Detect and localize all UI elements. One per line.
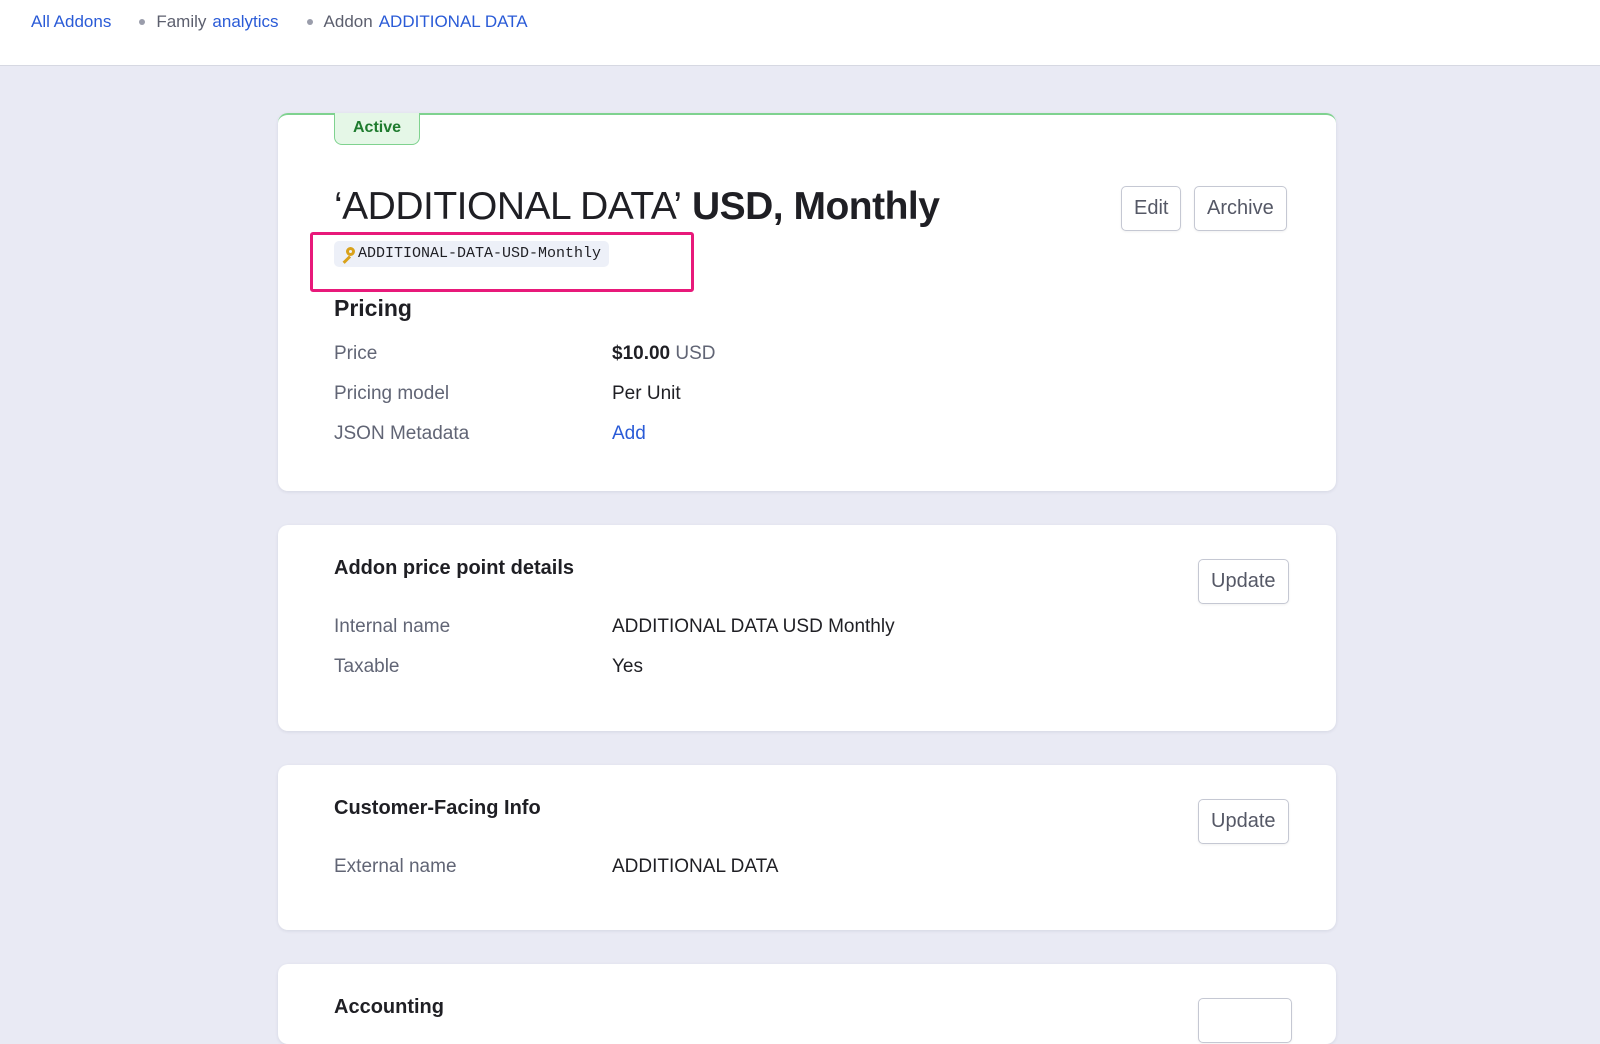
top-bar: All Addons Family analytics Addon ADDITI… [0, 0, 1600, 66]
customer-facing-heading: Customer-Facing Info [334, 797, 541, 819]
breadcrumb-addon-prefix: Addon [323, 12, 373, 31]
addon-link[interactable]: ADDITIONAL DATA [379, 12, 528, 32]
taxable-label: Taxable [334, 656, 400, 677]
internal-name-row: Internal name ADDITIONAL DATA USD Monthl… [334, 616, 1234, 642]
price-label: Price [334, 343, 378, 364]
breadcrumb-separator [139, 19, 146, 25]
breadcrumb-family: Family analytics [111, 12, 279, 32]
update-price-point-button[interactable]: Update [1198, 559, 1289, 604]
taxable-row: Taxable Yes [334, 656, 1234, 682]
edit-button[interactable]: Edit [1121, 186, 1182, 231]
taxable-value: Yes [612, 656, 643, 677]
update-customer-info-button[interactable]: Update [1198, 799, 1289, 844]
page-title: ‘ADDITIONAL DATA’ USD, Monthly [334, 185, 940, 229]
price-currency: USD [675, 343, 716, 364]
title-addon-name: ‘ADDITIONAL DATA’ [334, 185, 682, 228]
status-badge: Active [334, 113, 421, 145]
internal-name-value: ADDITIONAL DATA USD Monthly [612, 616, 895, 637]
breadcrumb-family-prefix: Family [156, 12, 207, 31]
pricing-model-value: Per Unit [612, 383, 681, 404]
handle-text: ADDITIONAL-DATA-USD-Monthly [358, 245, 602, 262]
key-icon [340, 246, 356, 264]
accounting-card: Accounting [278, 964, 1336, 1044]
archive-button[interactable]: Archive [1194, 186, 1287, 231]
family-link[interactable]: analytics [212, 12, 278, 32]
external-name-label: External name [334, 856, 457, 877]
price-value: $10.00 USD [612, 343, 716, 365]
price-amount: $10.00 [612, 343, 671, 364]
json-metadata-label: JSON Metadata [334, 423, 470, 444]
pricing-heading: Pricing [334, 295, 412, 321]
breadcrumb-all-addons: All Addons [31, 12, 111, 32]
title-currency-interval: USD, Monthly [691, 185, 940, 228]
breadcrumb-addon: Addon ADDITIONAL DATA [279, 12, 528, 32]
pricing-model-row: Pricing model Per Unit [334, 383, 1234, 409]
breadcrumb: All Addons Family analytics Addon ADDITI… [31, 12, 528, 32]
external-name-value: ADDITIONAL DATA [612, 856, 779, 877]
accounting-update-button[interactable] [1198, 998, 1292, 1043]
external-name-row: External name ADDITIONAL DATA [334, 856, 1234, 882]
handle-pill: ADDITIONAL-DATA-USD-Monthly [334, 241, 610, 267]
json-metadata-row: JSON Metadata Add [334, 423, 1234, 449]
price-row: Price $10.00 USD [334, 343, 1234, 369]
add-metadata-link[interactable]: Add [612, 423, 646, 444]
all-addons-link[interactable]: All Addons [31, 12, 111, 32]
addon-header-card: Active ‘ADDITIONAL DATA’ USD, Monthly AD… [278, 113, 1336, 491]
customer-facing-info-card: Customer-Facing Info Update External nam… [278, 765, 1336, 930]
json-metadata-value: Add [612, 423, 646, 445]
price-point-heading: Addon price point details [334, 557, 575, 579]
breadcrumb-separator [306, 19, 313, 25]
price-point-details-card: Addon price point details Update Interna… [278, 525, 1336, 731]
internal-name-label: Internal name [334, 616, 451, 637]
pricing-model-label: Pricing model [334, 383, 450, 404]
